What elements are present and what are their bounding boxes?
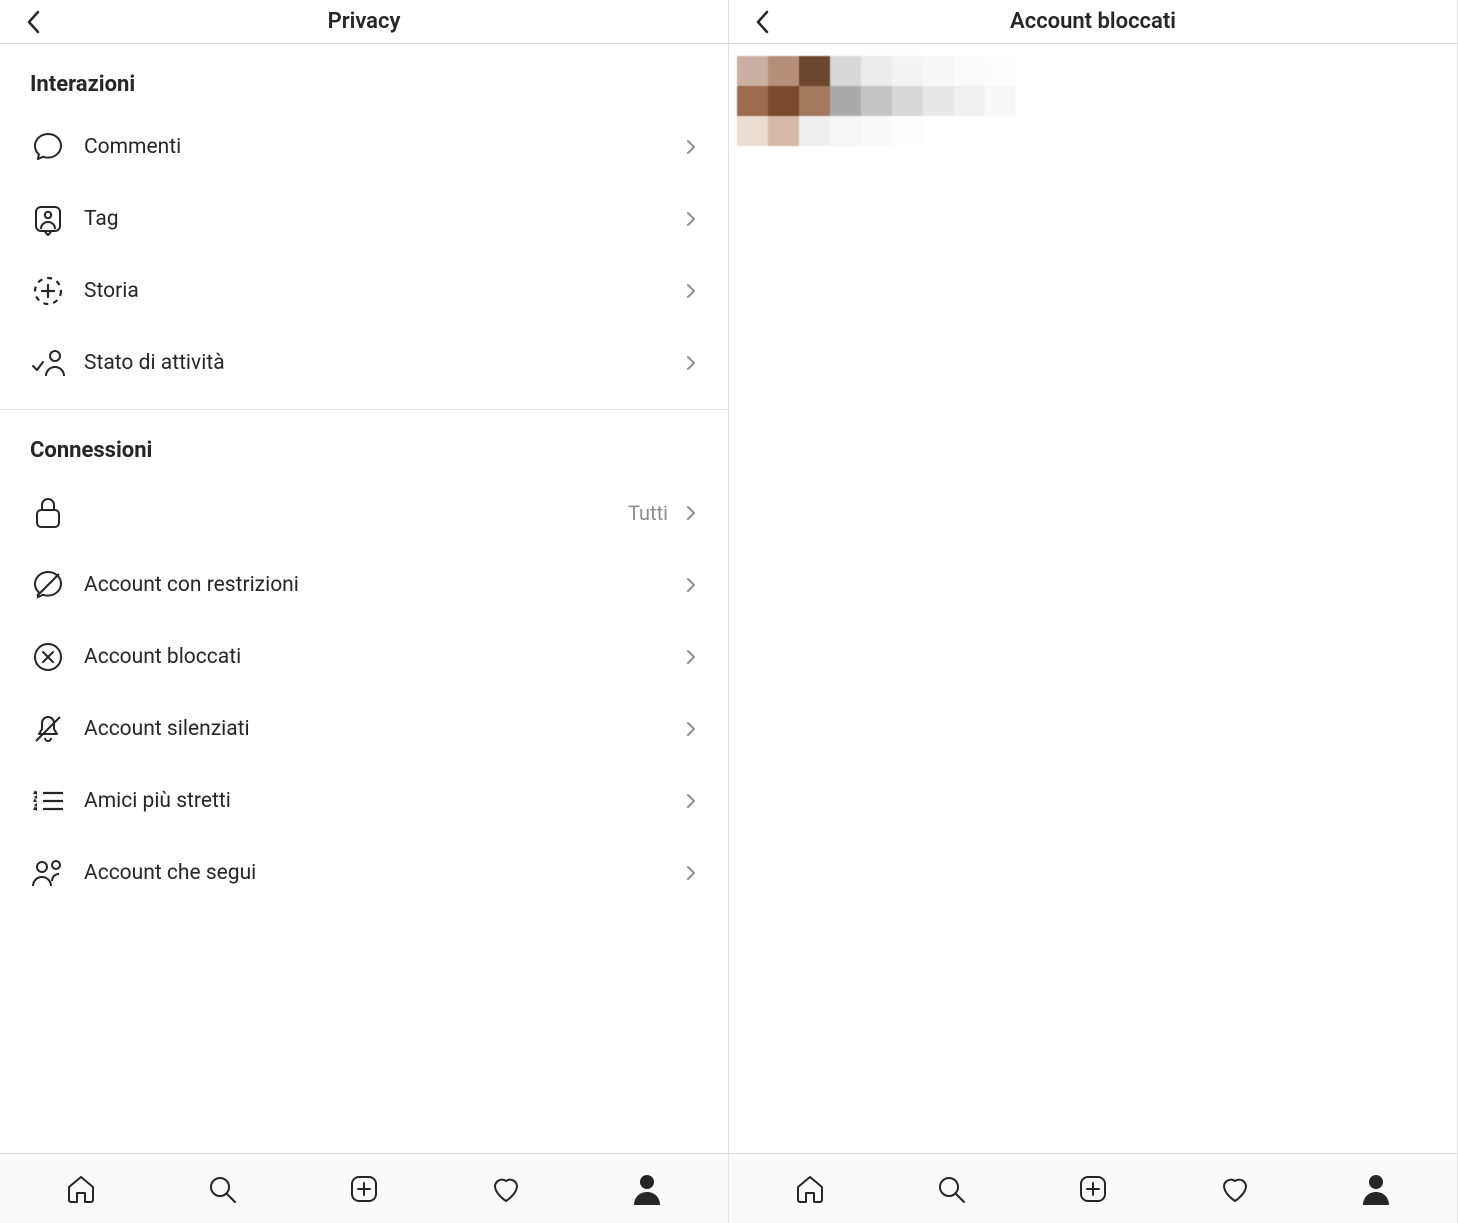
row-value: Tutti — [628, 501, 668, 525]
back-button[interactable] — [20, 8, 48, 36]
close-friends-icon — [30, 783, 66, 819]
chevron-right-icon — [682, 864, 700, 882]
row-account-bloccati[interactable]: Account bloccati — [0, 621, 728, 693]
tab-bar — [0, 1153, 728, 1223]
section-connessioni: Connessioni Tutti — [0, 410, 728, 919]
search-icon — [205, 1172, 239, 1206]
chevron-right-icon — [682, 792, 700, 810]
row-label: Tag — [84, 207, 682, 231]
page-title: Account bloccati — [1010, 9, 1176, 34]
muted-icon — [30, 711, 66, 747]
page-title: Privacy — [328, 9, 401, 34]
home-icon — [64, 1172, 98, 1206]
chevron-right-icon — [682, 138, 700, 156]
tag-icon — [30, 201, 66, 237]
section-title-connessioni: Connessioni — [0, 410, 728, 477]
tab-activity[interactable] — [1212, 1166, 1258, 1212]
chevron-right-icon — [682, 282, 700, 300]
tab-profile[interactable] — [624, 1166, 670, 1212]
profile-icon — [632, 1173, 662, 1205]
section-interazioni: Interazioni Commenti — [0, 44, 728, 410]
blocked-header: Account bloccati — [729, 0, 1457, 44]
privacy-content: Interazioni Commenti — [0, 44, 728, 1223]
row-label: Account che segui — [84, 861, 682, 885]
row-commenti[interactable]: Commenti — [0, 111, 728, 183]
tab-profile[interactable] — [1353, 1166, 1399, 1212]
heart-icon — [1218, 1172, 1252, 1206]
tab-home[interactable] — [787, 1166, 833, 1212]
row-label: Commenti — [84, 135, 682, 159]
row-label: Amici più stretti — [84, 789, 682, 813]
chevron-right-icon — [682, 648, 700, 666]
row-label: Storia — [84, 279, 682, 303]
row-label: Stato di attività — [84, 351, 682, 375]
activity-status-icon — [30, 345, 66, 381]
blocked-user-row[interactable] — [729, 44, 1457, 158]
row-privacy-account[interactable]: Tutti — [0, 477, 728, 549]
row-account-silenziati[interactable]: Account silenziati — [0, 693, 728, 765]
restricted-icon — [30, 567, 66, 603]
back-chevron-icon — [25, 9, 43, 35]
blocked-content — [729, 44, 1457, 1223]
back-chevron-icon — [754, 9, 772, 35]
back-button[interactable] — [749, 8, 777, 36]
following-icon — [30, 855, 66, 891]
privacy-panel: Privacy Interazioni Commenti — [0, 0, 729, 1223]
chevron-right-icon — [682, 354, 700, 372]
story-icon — [30, 273, 66, 309]
tab-home[interactable] — [58, 1166, 104, 1212]
add-post-icon — [348, 1173, 380, 1205]
tab-bar — [729, 1153, 1457, 1223]
blocked-user-avatar-and-name-blurred — [737, 56, 1047, 146]
home-icon — [793, 1172, 827, 1206]
row-label: Account silenziati — [84, 717, 682, 741]
comment-icon — [30, 129, 66, 165]
section-title-interazioni: Interazioni — [0, 44, 728, 111]
row-label: Account bloccati — [84, 645, 682, 669]
chevron-right-icon — [682, 576, 700, 594]
chevron-right-icon — [682, 504, 700, 522]
row-account-restrizioni[interactable]: Account con restrizioni — [0, 549, 728, 621]
profile-icon — [1361, 1173, 1391, 1205]
tab-add[interactable] — [341, 1166, 387, 1212]
row-amici-stretti[interactable]: Amici più stretti — [0, 765, 728, 837]
blocked-accounts-panel: Account bloccati — [729, 0, 1458, 1223]
tab-activity[interactable] — [483, 1166, 529, 1212]
chevron-right-icon — [682, 720, 700, 738]
row-storia[interactable]: Storia — [0, 255, 728, 327]
blocked-icon — [30, 639, 66, 675]
lock-icon — [30, 495, 66, 531]
heart-icon — [489, 1172, 523, 1206]
tab-search[interactable] — [928, 1166, 974, 1212]
chevron-right-icon — [682, 210, 700, 228]
tab-add[interactable] — [1070, 1166, 1116, 1212]
row-account-segui[interactable]: Account che segui — [0, 837, 728, 909]
search-icon — [934, 1172, 968, 1206]
row-label: Account con restrizioni — [84, 573, 682, 597]
row-tag[interactable]: Tag — [0, 183, 728, 255]
add-post-icon — [1077, 1173, 1109, 1205]
privacy-header: Privacy — [0, 0, 728, 44]
tab-search[interactable] — [199, 1166, 245, 1212]
row-stato-attivita[interactable]: Stato di attività — [0, 327, 728, 399]
